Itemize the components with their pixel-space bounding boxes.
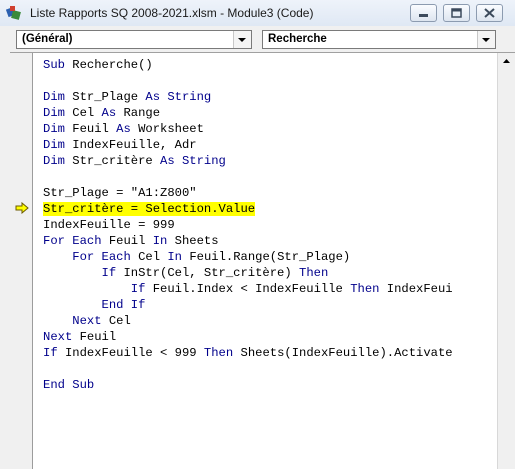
code-token: Feuil <box>72 330 117 344</box>
code-keyword: As <box>116 122 131 136</box>
code-token: Str_Plage = "A1:Z800" <box>43 186 197 200</box>
code-line[interactable]: Dim Str_critère As String <box>43 153 453 169</box>
code-token: Sheets <box>167 234 219 248</box>
code-line[interactable]: Dim Cel As Range <box>43 105 453 121</box>
minimize-button[interactable] <box>410 4 437 22</box>
restore-button[interactable] <box>443 4 470 22</box>
code-token: Str_critère = Selection.Value <box>43 202 256 216</box>
code-keyword: If <box>43 346 58 360</box>
code-keyword: Then <box>203 346 234 360</box>
code-keyword: For Each <box>72 250 131 264</box>
code-line[interactable]: Next Cel <box>43 313 453 329</box>
code-line[interactable]: If InStr(Cel, Str_critère) Then <box>43 265 453 281</box>
code-token: Cel <box>130 250 168 264</box>
code-line[interactable]: For Each Cel In Feuil.Range(Str_Plage) <box>43 249 453 265</box>
code-keyword: Next <box>72 314 102 328</box>
vba-module-icon <box>6 6 21 20</box>
execution-point-arrow-icon <box>15 202 29 214</box>
code-token: Str_Plage <box>64 90 146 104</box>
code-line[interactable]: Sub Recherche() <box>43 57 453 73</box>
code-token: Cel <box>64 106 102 120</box>
code-keyword: In <box>167 250 182 264</box>
code-keyword: Dim <box>43 138 65 152</box>
combo-toolbar: (Général) Recherche <box>0 26 515 52</box>
code-line[interactable] <box>43 169 453 185</box>
code-line[interactable] <box>43 73 453 89</box>
chevron-down-icon <box>238 38 246 42</box>
restore-icon <box>451 8 462 18</box>
chevron-down-icon <box>482 38 490 42</box>
code-keyword: If <box>130 282 146 296</box>
code-line[interactable] <box>43 361 453 377</box>
code-token: Recherche() <box>64 58 153 72</box>
code-line[interactable]: Dim IndexFeuille, Adr <box>43 137 453 153</box>
minimize-icon <box>419 14 428 17</box>
code-keyword: Then <box>350 282 380 296</box>
code-keyword: Next <box>43 330 73 344</box>
code-token: Feuil <box>101 234 153 248</box>
vertical-scrollbar[interactable] <box>497 53 515 469</box>
indicator-margin[interactable] <box>10 53 33 469</box>
code-token: Feuil <box>64 122 117 136</box>
code-keyword: In <box>152 234 168 248</box>
code-text[interactable]: Sub Recherche() Dim Str_Plage As String D… <box>43 57 453 393</box>
code-keyword: For Each <box>43 234 102 248</box>
code-token: Worksheet <box>130 122 204 136</box>
code-line[interactable]: IndexFeuille = 999 <box>43 217 453 233</box>
code-keyword: Dim <box>43 90 65 104</box>
code-line[interactable]: End If <box>43 297 453 313</box>
procedure-dropdown-value: Recherche <box>268 33 327 45</box>
procedure-dropdown[interactable]: Recherche <box>262 30 496 49</box>
close-button[interactable] <box>476 4 503 22</box>
execution-highlight: Str_critère = Selection.Value <box>43 202 256 216</box>
code-line[interactable]: Dim Feuil As Worksheet <box>43 121 453 137</box>
code-token: InStr(Cel, Str_critère) <box>116 266 299 280</box>
object-dropdown[interactable]: (Général) <box>16 30 252 49</box>
code-token: IndexFeuille, Adr <box>64 138 197 152</box>
code-keyword: End If <box>101 298 146 312</box>
window-title: Liste Rapports SQ 2008-2021.xlsm - Modul… <box>30 6 314 20</box>
window-left-border <box>0 52 10 469</box>
code-line[interactable]: Str_Plage = "A1:Z800" <box>43 185 453 201</box>
code-token: IndexFeui <box>379 282 453 296</box>
code-token: Range <box>116 106 161 120</box>
code-keyword: Then <box>299 266 329 280</box>
code-line[interactable]: If IndexFeuille < 999 Then Sheets(IndexF… <box>43 345 453 361</box>
procedure-dropdown-arrow[interactable] <box>477 31 495 48</box>
code-keyword: As String <box>145 90 212 104</box>
code-line[interactable]: End Sub <box>43 377 453 393</box>
code-token: Sheets(IndexFeuille).Activate <box>233 346 453 360</box>
code-keyword: Sub <box>43 58 65 72</box>
code-token: Feuil.Range(Str_Plage) <box>182 250 351 264</box>
code-token: IndexFeuille = 999 <box>43 218 175 232</box>
code-line[interactable]: For Each Feuil In Sheets <box>43 233 453 249</box>
scroll-up-arrow-icon <box>503 59 510 63</box>
code-token: IndexFeuille < 999 <box>57 346 204 360</box>
close-icon <box>484 8 495 18</box>
code-token: Str_critère <box>64 154 161 168</box>
code-token: Feuil.Index < IndexFeuille <box>145 282 351 296</box>
code-keyword: End Sub <box>43 378 95 392</box>
code-keyword: As String <box>160 154 226 168</box>
code-line[interactable]: Str_critère = Selection.Value <box>43 201 453 217</box>
object-dropdown-value: (Général) <box>22 33 73 45</box>
scroll-up-button[interactable] <box>498 53 515 70</box>
object-dropdown-arrow[interactable] <box>233 31 251 48</box>
code-line[interactable]: Dim Str_Plage As String <box>43 89 453 105</box>
code-keyword: As <box>101 106 117 120</box>
code-line[interactable]: Next Feuil <box>43 329 453 345</box>
code-keyword: If <box>101 266 117 280</box>
code-line[interactable]: If Feuil.Index < IndexFeuille Then Index… <box>43 281 453 297</box>
code-keyword: Dim <box>43 122 65 136</box>
code-keyword: Dim <box>43 106 65 120</box>
code-keyword: Dim <box>43 154 65 168</box>
title-bar: Liste Rapports SQ 2008-2021.xlsm - Modul… <box>0 0 515 27</box>
code-token: Cel <box>101 314 131 328</box>
